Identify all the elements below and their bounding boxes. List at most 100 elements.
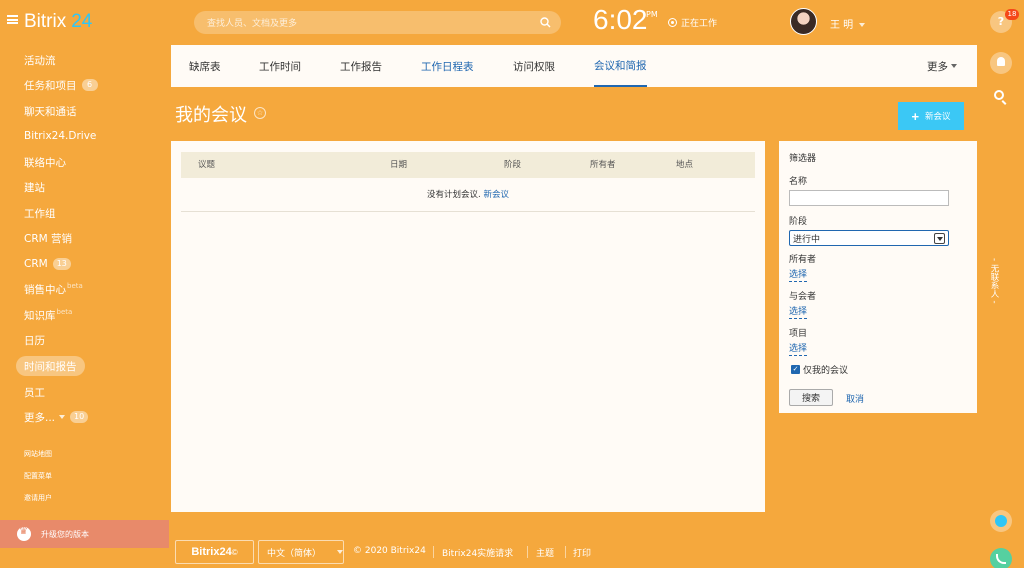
new-meeting-button[interactable]: + 新会议 <box>898 102 964 130</box>
search-button[interactable]: 搜索 <box>789 389 833 406</box>
owner-label: 所有者 <box>789 255 817 265</box>
tab-more-label: 更多 <box>927 60 948 73</box>
name-input[interactable] <box>789 190 949 206</box>
tab-work-time[interactable]: 工作时间 <box>259 45 301 87</box>
crown-icon <box>17 526 31 541</box>
upgrade-button[interactable]: 升级您的版本 <box>0 520 169 548</box>
footer-logo-text: Bitrix24 <box>191 546 232 558</box>
sidebar-item-contact-center[interactable]: 联络中心 <box>16 152 74 172</box>
upgrade-label: 升级您的版本 <box>41 529 89 539</box>
chevron-down-icon <box>859 23 866 27</box>
contacts-label[interactable]: - 无联系人 - <box>988 258 1000 304</box>
sidebar-item-label: 更多... <box>24 411 56 424</box>
filter-title: 筛选器 <box>789 154 817 164</box>
phone-icon[interactable] <box>990 548 1012 568</box>
chevron-down-icon <box>337 550 343 554</box>
username: 王 明 <box>830 20 854 31</box>
new-meeting-link[interactable]: 新会议 <box>483 190 509 200</box>
cancel-link[interactable]: 取消 <box>846 392 864 405</box>
tab-absence[interactable]: 缺席表 <box>189 45 221 87</box>
only-my-meetings-checkbox[interactable]: ✓ 仅我的会议 <box>791 363 848 376</box>
sidebar-item-sales-center[interactable]: 销售中心 beta <box>16 279 91 299</box>
name-label: 名称 <box>789 177 808 187</box>
help-badge: 18 <box>1005 9 1019 20</box>
sidebar-item-label: 建站 <box>24 181 45 194</box>
tab-work-reports[interactable]: 工作报告 <box>340 45 382 87</box>
logo-number: 24 <box>71 11 93 32</box>
participants-select-link[interactable]: 选择 <box>789 306 808 319</box>
sidebar-item-more[interactable]: 更多... 10 <box>16 407 96 427</box>
stage-select[interactable]: 进行中 <box>789 230 949 246</box>
sidebar-item-crm[interactable]: CRM 13 <box>16 254 79 274</box>
stage-label: 阶段 <box>789 217 808 227</box>
copyright: © 2020 Bitrix24 <box>353 546 426 556</box>
avatar[interactable] <box>790 8 817 35</box>
sidebar-item-chat[interactable]: 聊天和通话 <box>16 101 85 121</box>
call-transfer-icon[interactable] <box>990 510 1012 532</box>
column-header-owner[interactable]: 所有者 <box>590 152 616 178</box>
chevron-down-icon <box>934 232 945 244</box>
language-select[interactable]: 中文（简体） <box>258 540 344 564</box>
search-icon[interactable] <box>540 17 551 28</box>
sidebar-item-drive[interactable]: Bitrix24.Drive <box>16 126 104 146</box>
sidebar-item-employees[interactable]: 员工 <box>16 382 53 402</box>
work-status[interactable]: 正在工作 <box>668 16 717 29</box>
column-header-topic[interactable]: 议题 <box>198 152 215 178</box>
sidebar-item-calendar[interactable]: 日历 <box>16 330 53 350</box>
menu-icon[interactable] <box>7 15 18 24</box>
count-badge: 6 <box>81 79 98 91</box>
user-menu[interactable]: 王 明 <box>830 16 866 31</box>
configure-menu-link[interactable]: 配置菜单 <box>24 471 52 481</box>
sidebar-item-label: 聊天和通话 <box>24 105 77 118</box>
sidebar-item-time-reports[interactable]: 时间和报告 <box>16 356 85 376</box>
sidebar-item-label: CRM <box>24 258 48 270</box>
tab-bar: 缺席表 工作时间 工作报告 工作日程表 访问权限 会议和简报 更多 <box>171 45 977 87</box>
tab-access-rights[interactable]: 访问权限 <box>513 45 555 87</box>
column-header-stage[interactable]: 阶段 <box>504 152 521 178</box>
only-my-meetings-label: 仅我的会议 <box>803 366 849 376</box>
search-input[interactable] <box>194 12 561 36</box>
search-box[interactable] <box>194 11 561 36</box>
sidebar-item-crm-marketing[interactable]: CRM 营销 <box>16 228 80 248</box>
sitemap-link[interactable]: 网站地图 <box>24 449 52 459</box>
plus-icon: + <box>911 108 920 124</box>
new-meeting-label: 新会议 <box>925 111 951 121</box>
tab-work-schedule[interactable]: 工作日程表 <box>421 45 474 87</box>
footer-logo[interactable]: Bitrix24© <box>175 540 254 564</box>
search-icon[interactable] <box>994 90 1004 100</box>
chevron-down-icon <box>951 64 957 68</box>
sidebar-item-activity[interactable]: 活动流 <box>16 50 64 70</box>
column-header-date[interactable]: 日期 <box>390 152 407 178</box>
beta-tag: beta <box>56 308 73 316</box>
star-icon[interactable]: ☆ <box>254 107 266 119</box>
logo[interactable]: Bitrix 24 <box>24 11 92 33</box>
tab-meetings[interactable]: 会议和简报 <box>594 45 647 87</box>
check-icon: ✓ <box>791 365 800 374</box>
bell-icon[interactable] <box>990 52 1012 74</box>
sidebar-item-workgroups[interactable]: 工作组 <box>16 203 64 223</box>
participants-label: 与会者 <box>789 292 817 302</box>
tab-more[interactable]: 更多 <box>927 45 957 87</box>
sidebar-item-label: 知识库 <box>24 309 56 322</box>
sidebar-item-tasks[interactable]: 任务和项目 6 <box>16 75 106 95</box>
chevron-down-icon <box>59 415 66 419</box>
page-title: 我的会议 <box>175 105 247 126</box>
sidebar-item-sites[interactable]: 建站 <box>16 177 53 197</box>
project-select-link[interactable]: 选择 <box>789 343 808 356</box>
right-panel <box>978 0 1024 568</box>
theme-link[interactable]: 主题 <box>536 546 554 559</box>
footer-divider <box>527 546 528 558</box>
sidebar-item-label: 工作组 <box>24 207 56 220</box>
contacts-label-text: 无联系人 <box>989 263 999 298</box>
sidebar-item-knowledge-base[interactable]: 知识库 beta <box>16 305 80 325</box>
stage-selected-value: 进行中 <box>793 234 821 245</box>
empty-text: 没有计划会议. <box>427 190 481 200</box>
invite-users-link[interactable]: 邀请用户 <box>24 493 52 503</box>
owner-select-link[interactable]: 选择 <box>789 269 808 282</box>
clock: 6:02 <box>593 4 648 35</box>
print-link[interactable]: 打印 <box>573 546 591 559</box>
implementation-request-link[interactable]: Bitrix24实施请求 <box>442 546 513 559</box>
sidebar-item-label: 联络中心 <box>24 156 66 169</box>
column-header-location[interactable]: 地点 <box>676 152 693 178</box>
logo-text: Bitrix <box>24 11 67 32</box>
